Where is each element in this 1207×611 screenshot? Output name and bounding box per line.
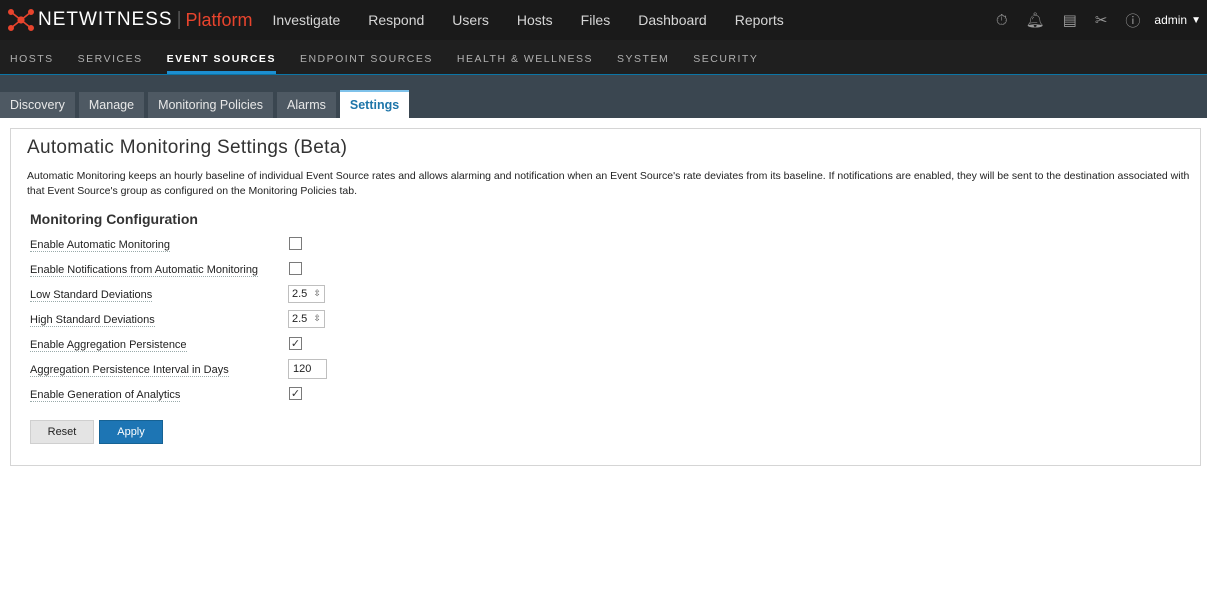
bell-icon[interactable]: 🔔︎ bbox=[1026, 11, 1045, 29]
nav-investigate[interactable]: Investigate bbox=[273, 12, 341, 28]
subnav-hosts[interactable]: HOSTS bbox=[10, 53, 54, 74]
row-enable-automatic-monitoring: Enable Automatic Monitoring bbox=[27, 231, 1184, 256]
subnav-event-sources[interactable]: EVENT SOURCES bbox=[166, 53, 276, 74]
aggregation-interval-input[interactable]: 120 bbox=[288, 358, 327, 379]
high-std-label: High Standard Deviations bbox=[30, 313, 155, 327]
enable-notifications-label: Enable Notifications from Automatic Moni… bbox=[30, 263, 259, 277]
tab-discovery[interactable]: Discovery bbox=[0, 92, 75, 118]
main-nav: Investigate Respond Users Hosts Files Da… bbox=[273, 12, 812, 28]
page-title: Automatic Monitoring Settings (Beta) bbox=[27, 137, 348, 158]
brand-platform: Platform bbox=[185, 9, 253, 30]
netwitness-logo-icon bbox=[8, 9, 34, 31]
notes-icon[interactable]: ▤ bbox=[1063, 11, 1077, 29]
settings-content: Automatic Monitoring Settings (Beta) Aut… bbox=[0, 118, 1207, 476]
nav-users[interactable]: Users bbox=[452, 12, 489, 28]
row-low-std: Low Standard Deviations 2.5 ⇳ bbox=[27, 281, 1184, 306]
section-title: Monitoring Configuration bbox=[30, 211, 198, 227]
apply-button[interactable]: Apply bbox=[99, 420, 163, 444]
enable-aggregation-label: Enable Aggregation Persistence bbox=[30, 338, 187, 352]
row-enable-aggregation: Enable Aggregation Persistence ✓ bbox=[27, 331, 1184, 356]
spinner-arrows-icon[interactable]: ⇳ bbox=[313, 288, 321, 299]
netwitness-logo[interactable]: NETWITNESS | Platform bbox=[8, 0, 253, 40]
action-buttons: Reset Apply bbox=[27, 420, 1184, 444]
tab-strip: Discovery Manage Monitoring Policies Ala… bbox=[0, 75, 1207, 118]
nav-dashboard[interactable]: Dashboard bbox=[638, 12, 707, 28]
stopwatch-icon[interactable]: ⏱ bbox=[996, 12, 1008, 29]
nav-respond[interactable]: Respond bbox=[368, 12, 424, 28]
row-aggregation-interval: Aggregation Persistence Interval in Days… bbox=[27, 356, 1184, 381]
row-enable-analytics: Enable Generation of Analytics ✓ bbox=[27, 381, 1184, 406]
brand-separator: | bbox=[176, 9, 182, 30]
chevron-down-icon[interactable]: ▼ bbox=[1191, 15, 1201, 26]
user-menu[interactable]: admin bbox=[1154, 13, 1187, 27]
enable-notifications-checkbox[interactable] bbox=[289, 262, 302, 275]
subnav-services[interactable]: SERVICES bbox=[78, 53, 143, 74]
row-high-std: High Standard Deviations 2.5 ⇳ bbox=[27, 306, 1184, 331]
top-navigation-bar: NETWITNESS | Platform Investigate Respon… bbox=[0, 0, 1207, 40]
subnav-security[interactable]: SECURITY bbox=[693, 53, 758, 74]
brand-name: NETWITNESS bbox=[38, 9, 173, 30]
nav-reports[interactable]: Reports bbox=[735, 12, 784, 28]
low-std-value: 2.5 bbox=[292, 287, 308, 300]
settings-panel: Automatic Monitoring Settings (Beta) Aut… bbox=[10, 128, 1201, 466]
reset-button[interactable]: Reset bbox=[30, 420, 94, 444]
enable-analytics-label: Enable Generation of Analytics bbox=[30, 388, 181, 402]
top-right-tools: ⏱ 🔔︎ ▤ ✂ ⓘ admin ▼ bbox=[978, 0, 1201, 40]
spinner-arrows-icon[interactable]: ⇳ bbox=[313, 313, 321, 324]
nav-files[interactable]: Files bbox=[581, 12, 611, 28]
low-std-label: Low Standard Deviations bbox=[30, 288, 153, 302]
enable-automatic-monitoring-label: Enable Automatic Monitoring bbox=[30, 238, 171, 252]
nav-hosts[interactable]: Hosts bbox=[517, 12, 553, 28]
enable-automatic-monitoring-checkbox[interactable] bbox=[289, 237, 302, 250]
subnav-health-wellness[interactable]: HEALTH & WELLNESS bbox=[457, 53, 593, 74]
help-icon[interactable]: ⓘ bbox=[1125, 10, 1140, 31]
admin-sub-navigation: HOSTS SERVICES EVENT SOURCES ENDPOINT SO… bbox=[0, 40, 1207, 75]
tools-icon[interactable]: ✂ bbox=[1095, 11, 1108, 29]
subnav-endpoint-sources[interactable]: ENDPOINT SOURCES bbox=[300, 53, 433, 74]
tab-alarms[interactable]: Alarms bbox=[276, 92, 336, 118]
row-enable-notifications: Enable Notifications from Automatic Moni… bbox=[27, 256, 1184, 281]
tab-settings[interactable]: Settings bbox=[339, 90, 410, 118]
page-description: Automatic Monitoring keeps an hourly bas… bbox=[27, 170, 1190, 197]
low-std-spinner[interactable]: 2.5 ⇳ bbox=[288, 284, 325, 303]
enable-aggregation-checkbox[interactable]: ✓ bbox=[289, 337, 302, 350]
tab-monitoring-policies[interactable]: Monitoring Policies bbox=[148, 92, 273, 118]
aggregation-interval-label: Aggregation Persistence Interval in Days bbox=[30, 363, 229, 377]
high-std-value: 2.5 bbox=[292, 312, 308, 325]
high-std-spinner[interactable]: 2.5 ⇳ bbox=[288, 309, 325, 328]
enable-analytics-checkbox[interactable]: ✓ bbox=[289, 387, 302, 400]
tab-manage[interactable]: Manage bbox=[78, 92, 145, 118]
subnav-system[interactable]: SYSTEM bbox=[617, 53, 669, 74]
